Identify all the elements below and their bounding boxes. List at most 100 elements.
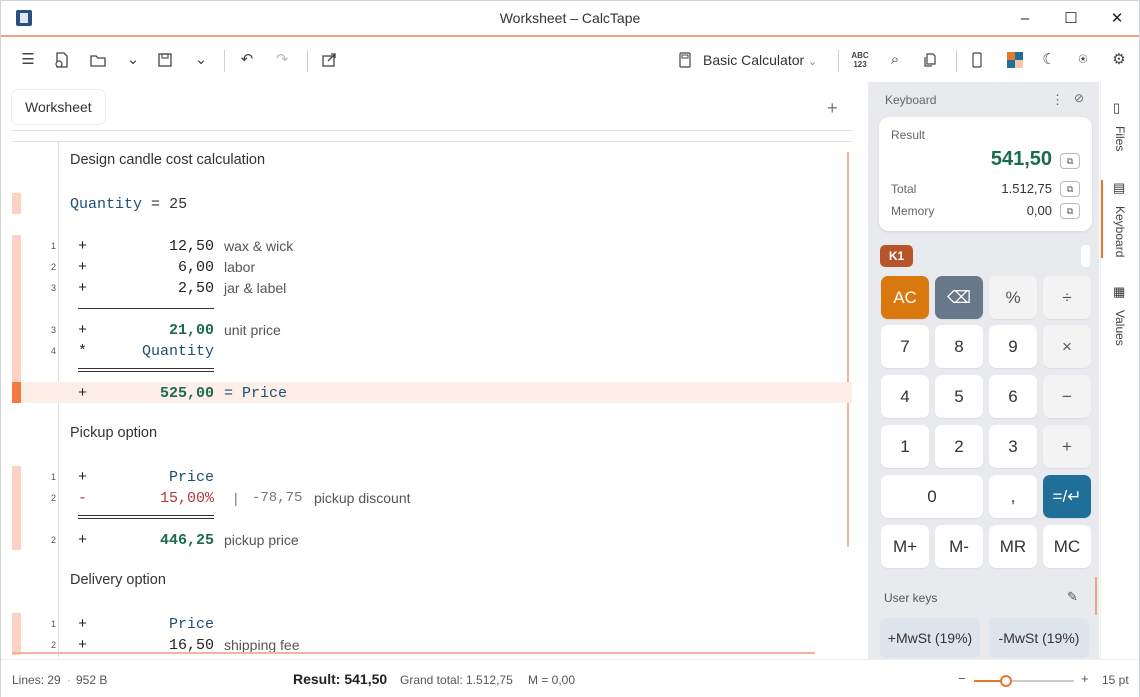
- theme-color-icon[interactable]: [1003, 48, 1027, 72]
- key-mc[interactable]: MC: [1043, 525, 1091, 568]
- phone-icon[interactable]: [965, 48, 989, 72]
- settings-gear-icon[interactable]: ⚙: [1107, 48, 1131, 72]
- key-percent[interactable]: %: [989, 276, 1037, 319]
- side-tab-files[interactable]: Files: [1113, 126, 1127, 151]
- more-options-icon[interactable]: ⋮: [1051, 92, 1064, 108]
- result-card: Result 541,50 ⧉ Total 1.512,75 ⧉ Memory …: [879, 117, 1092, 231]
- share-icon[interactable]: [317, 48, 341, 72]
- calculator-selector-label: Basic Calculator: [703, 52, 805, 68]
- app-window: Worksheet – CalcTape – ☐ ✕ ☰ ⌄ ⌄ ↶ ↷ Bas…: [0, 0, 1140, 697]
- key-m-plus[interactable]: M+: [881, 525, 929, 568]
- copy-memory-icon[interactable]: ⧉: [1060, 203, 1080, 219]
- key-ac[interactable]: AC: [881, 276, 929, 319]
- keyboard-panel: Keyboard ⋮ ⊘ Result 541,50 ⧉ Total 1.512…: [868, 82, 1099, 663]
- operator: +: [78, 469, 88, 486]
- title-bar: Worksheet – CalcTape – ☐ ✕: [1, 1, 1139, 37]
- memory-label: Memory: [891, 204, 935, 218]
- maximize-button[interactable]: ☐: [1059, 7, 1083, 31]
- edit-pencil-icon[interactable]: ✎: [1067, 589, 1078, 605]
- operator: -: [78, 490, 88, 507]
- side-tab-keyboard[interactable]: Keyboard: [1113, 206, 1127, 257]
- key-mr[interactable]: MR: [989, 525, 1037, 568]
- comment: pickup discount: [314, 490, 411, 506]
- comment: pickup price: [224, 532, 299, 548]
- total-value: 525,00: [159, 385, 214, 402]
- user-key-plus-mwst[interactable]: +MwSt (19%): [880, 618, 980, 658]
- horizontal-scroll-indicator[interactable]: [12, 652, 815, 654]
- line-number: 1: [50, 241, 56, 251]
- key-equals-enter[interactable]: =/↵: [1043, 475, 1091, 518]
- key-comma[interactable]: ,: [989, 475, 1037, 518]
- close-button[interactable]: ✕: [1105, 7, 1129, 31]
- sheet-line: 1 + Price: [12, 466, 852, 487]
- open-folder-icon[interactable]: [86, 48, 110, 72]
- save-icon[interactable]: [153, 48, 177, 72]
- value: 2,50: [177, 280, 214, 297]
- search-icon[interactable]: ⌕: [883, 48, 907, 72]
- key-2[interactable]: 2: [935, 425, 983, 468]
- key-divide[interactable]: ÷: [1043, 276, 1091, 319]
- zoom-slider-thumb[interactable]: [1000, 675, 1012, 687]
- side-tab-values[interactable]: Values: [1113, 310, 1127, 346]
- user-key-minus-mwst[interactable]: -MwSt (19%): [989, 618, 1089, 658]
- zoom-in-button[interactable]: +: [1081, 671, 1089, 686]
- line-number: 2: [50, 535, 56, 545]
- key-1[interactable]: 1: [881, 425, 929, 468]
- hide-eye-icon[interactable]: ⊘: [1074, 91, 1084, 105]
- open-dropdown-icon[interactable]: ⌄: [121, 48, 145, 72]
- abc-123-icon[interactable]: ABC 123: [848, 48, 872, 72]
- memory-value: 0,00: [1026, 203, 1052, 218]
- tab-worksheet[interactable]: Worksheet: [12, 90, 105, 124]
- key-5[interactable]: 5: [935, 375, 983, 418]
- key-plus[interactable]: +: [1043, 425, 1091, 468]
- redo-icon[interactable]: ↷: [270, 48, 294, 72]
- key-0[interactable]: 0: [881, 475, 983, 518]
- toolbar: ☰ ⌄ ⌄ ↶ ↷ Basic Calculator ⌄ ABC 123 ⌕ ☾ …: [1, 38, 1139, 82]
- calculator-icon: [673, 48, 697, 72]
- key-backspace[interactable]: ⌫: [935, 276, 983, 319]
- subtotal-value: 21,00: [168, 322, 214, 339]
- minimize-button[interactable]: –: [1013, 7, 1037, 31]
- equals-sign: =: [151, 196, 161, 213]
- total-value: 446,25: [159, 532, 214, 549]
- file-size: 952 B: [76, 673, 108, 687]
- key-6[interactable]: 6: [989, 375, 1037, 418]
- key-8[interactable]: 8: [935, 325, 983, 368]
- copy-total-icon[interactable]: ⧉: [1060, 181, 1080, 197]
- sheet-line-active: +525,00 = Price: [12, 382, 852, 403]
- section-heading: Pickup option: [70, 425, 158, 441]
- key-9[interactable]: 9: [989, 325, 1037, 368]
- key-multiply[interactable]: ×: [1043, 325, 1091, 368]
- key-m-minus[interactable]: M-: [935, 525, 983, 568]
- key-4[interactable]: 4: [881, 375, 929, 418]
- new-file-icon[interactable]: [50, 48, 74, 72]
- key-3[interactable]: 3: [989, 425, 1037, 468]
- keyboard-scroll-handle[interactable]: [1081, 245, 1090, 267]
- total-line: [78, 368, 214, 369]
- zoom-out-button[interactable]: −: [958, 671, 966, 686]
- panel-title: Keyboard: [885, 93, 937, 107]
- add-tab-icon[interactable]: +: [827, 98, 838, 119]
- user-keys-label: User keys: [884, 591, 938, 605]
- key-minus[interactable]: −: [1043, 375, 1091, 418]
- zoom-slider[interactable]: [974, 675, 1074, 687]
- dark-mode-icon[interactable]: ☾: [1037, 48, 1061, 72]
- sheet-line: 2 - 15,00% | -78,75 pickup discount: [12, 487, 852, 508]
- save-dropdown-icon[interactable]: ⌄: [189, 48, 213, 72]
- sheet-line: 4 * Quantity: [12, 340, 852, 361]
- sheet-line: [12, 361, 852, 382]
- key-7[interactable]: 7: [881, 325, 929, 368]
- separator: |: [234, 490, 238, 506]
- operator: +: [78, 280, 88, 297]
- line-count: Lines: 29: [12, 673, 61, 687]
- files-copy-icon[interactable]: [918, 48, 942, 72]
- undo-icon[interactable]: ↶: [235, 48, 259, 72]
- copy-result-icon[interactable]: ⧉: [1060, 153, 1080, 169]
- menu-icon[interactable]: ☰: [16, 48, 40, 72]
- pin-icon[interactable]: ⍟: [1071, 48, 1095, 72]
- active-line-marker: [12, 382, 21, 403]
- worksheet-editor[interactable]: Design candle cost calculation Quantity …: [12, 141, 852, 657]
- keyboard-k1-tab[interactable]: K1: [880, 245, 913, 267]
- sheet-line: 2 +446,25 pickup price: [12, 529, 852, 550]
- calculator-selector[interactable]: Basic Calculator ⌄: [703, 49, 817, 71]
